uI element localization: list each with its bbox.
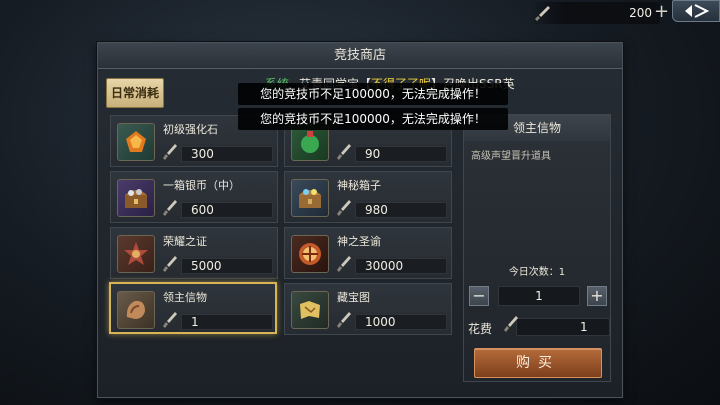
item-name: 领主信物 [163,291,207,304]
shop-item[interactable]: 荣耀之证 5000 [110,227,278,279]
add-currency-button[interactable]: + [654,1,669,22]
divine-oracle-icon [291,235,329,273]
item-price: 980 [365,203,388,217]
cost-label: 花费 [468,322,493,336]
sword-coin-icon [163,198,179,221]
back-arrow-icon [685,4,709,18]
item-name: 神之圣谕 [337,235,381,248]
silver-chest-icon [117,179,155,217]
shop-item[interactable]: 藏宝图 1000 [284,283,452,335]
item-price: 90 [365,147,381,161]
currency-bar: 200 + [530,1,669,25]
cost-value: 1 [580,320,588,334]
treasure-map-icon [291,291,329,329]
sword-coin-icon [163,142,179,165]
shop-item[interactable]: 神之圣谕 30000 [284,227,452,279]
error-toast: 您的竞技币不足100000，无法完成操作！ [238,108,508,130]
tab-daily-consumables[interactable]: 日常消耗 [106,78,164,108]
buy-button[interactable]: 购买 [474,348,602,378]
item-name: 神秘箱子 [337,179,381,192]
sword-coin-icon [163,310,179,333]
shop-item[interactable]: 一箱银币（中） 600 [110,171,278,223]
honor-badge-icon [117,235,155,273]
panel-title: 竞技商店 [98,43,622,69]
shop-item-selected[interactable]: 领主信物 1 [109,282,277,334]
sword-coin-icon [163,254,179,277]
item-price: 30000 [365,259,404,273]
sword-coin-icon [337,310,353,333]
enhance-stone-icon [117,123,155,161]
currency-amount: 200 [629,6,652,20]
detail-description: 高级声望晋升道具 [471,151,551,162]
sword-coin-icon [337,254,353,277]
item-name: 初级强化石 [163,123,218,136]
lord-token-icon [117,291,155,329]
item-price: 1 [191,315,199,329]
quantity-field[interactable]: 1 [498,286,580,306]
error-toast: 您的竞技币不足100000，无法完成操作！ [238,83,508,105]
sword-coin-icon [504,314,520,337]
increase-quantity-button[interactable]: + [587,286,607,306]
item-name: 荣耀之证 [163,235,207,248]
mystery-box-icon [291,179,329,217]
item-price: 5000 [191,259,222,273]
shop-item[interactable]: 神秘箱子 980 [284,171,452,223]
daily-count: 今日次数：1 [508,267,566,278]
sword-coin-icon [337,142,353,165]
sword-coin-icon [337,198,353,221]
decrease-quantity-button[interactable]: − [469,286,489,306]
item-price: 600 [191,203,214,217]
item-name: 藏宝图 [337,291,370,304]
item-price: 300 [191,147,214,161]
sword-coin-icon [534,4,552,25]
item-name: 一箱银币（中） [163,179,240,192]
back-button[interactable] [672,0,720,22]
item-detail-panel: 领主信物 高级声望晋升道具 今日次数：1 − 1 + 花费 1 购买 [463,114,611,382]
item-price: 1000 [365,315,396,329]
